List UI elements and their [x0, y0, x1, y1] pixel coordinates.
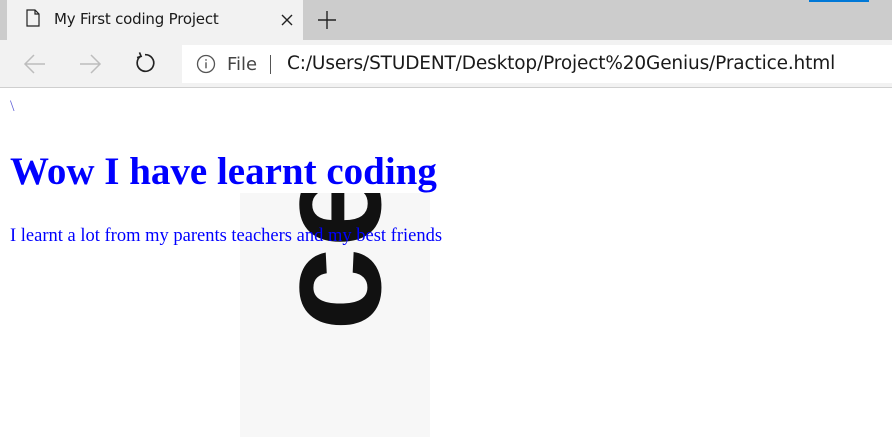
scheme-label: File — [227, 54, 258, 75]
refresh-icon[interactable] — [132, 51, 158, 75]
page-paragraph: I learnt a lot from my parents teachers … — [10, 226, 443, 246]
url-text[interactable]: C:/Users/STUDENT/Desktop/Project%20Geniu… — [287, 53, 835, 74]
stray-character: \ — [10, 98, 15, 115]
tab-title: My First coding Project — [54, 10, 219, 28]
active-tab[interactable]: My First coding Project — [7, 0, 303, 40]
window-accent-bar — [809, 0, 869, 2]
page-content: \ ce Wow I have learnt coding I learnt a… — [0, 89, 892, 437]
address-bar[interactable]: File C:/Users/STUDENT/Desktop/Project%20… — [182, 45, 892, 83]
close-icon[interactable] — [278, 11, 296, 29]
address-separator — [270, 55, 271, 74]
background-image-text: ce — [244, 193, 412, 331]
forward-arrow-icon[interactable] — [77, 52, 103, 76]
tab-strip: My First coding Project — [0, 0, 892, 40]
page-heading: Wow I have learnt coding — [10, 150, 437, 193]
info-icon[interactable] — [196, 54, 216, 74]
page-icon — [26, 9, 40, 27]
plus-icon[interactable] — [316, 9, 338, 31]
browser-window: My First coding Project File C:/Users/ST… — [0, 0, 892, 437]
back-arrow-icon[interactable] — [22, 52, 48, 76]
navigation-bar: File C:/Users/STUDENT/Desktop/Project%20… — [0, 40, 892, 88]
